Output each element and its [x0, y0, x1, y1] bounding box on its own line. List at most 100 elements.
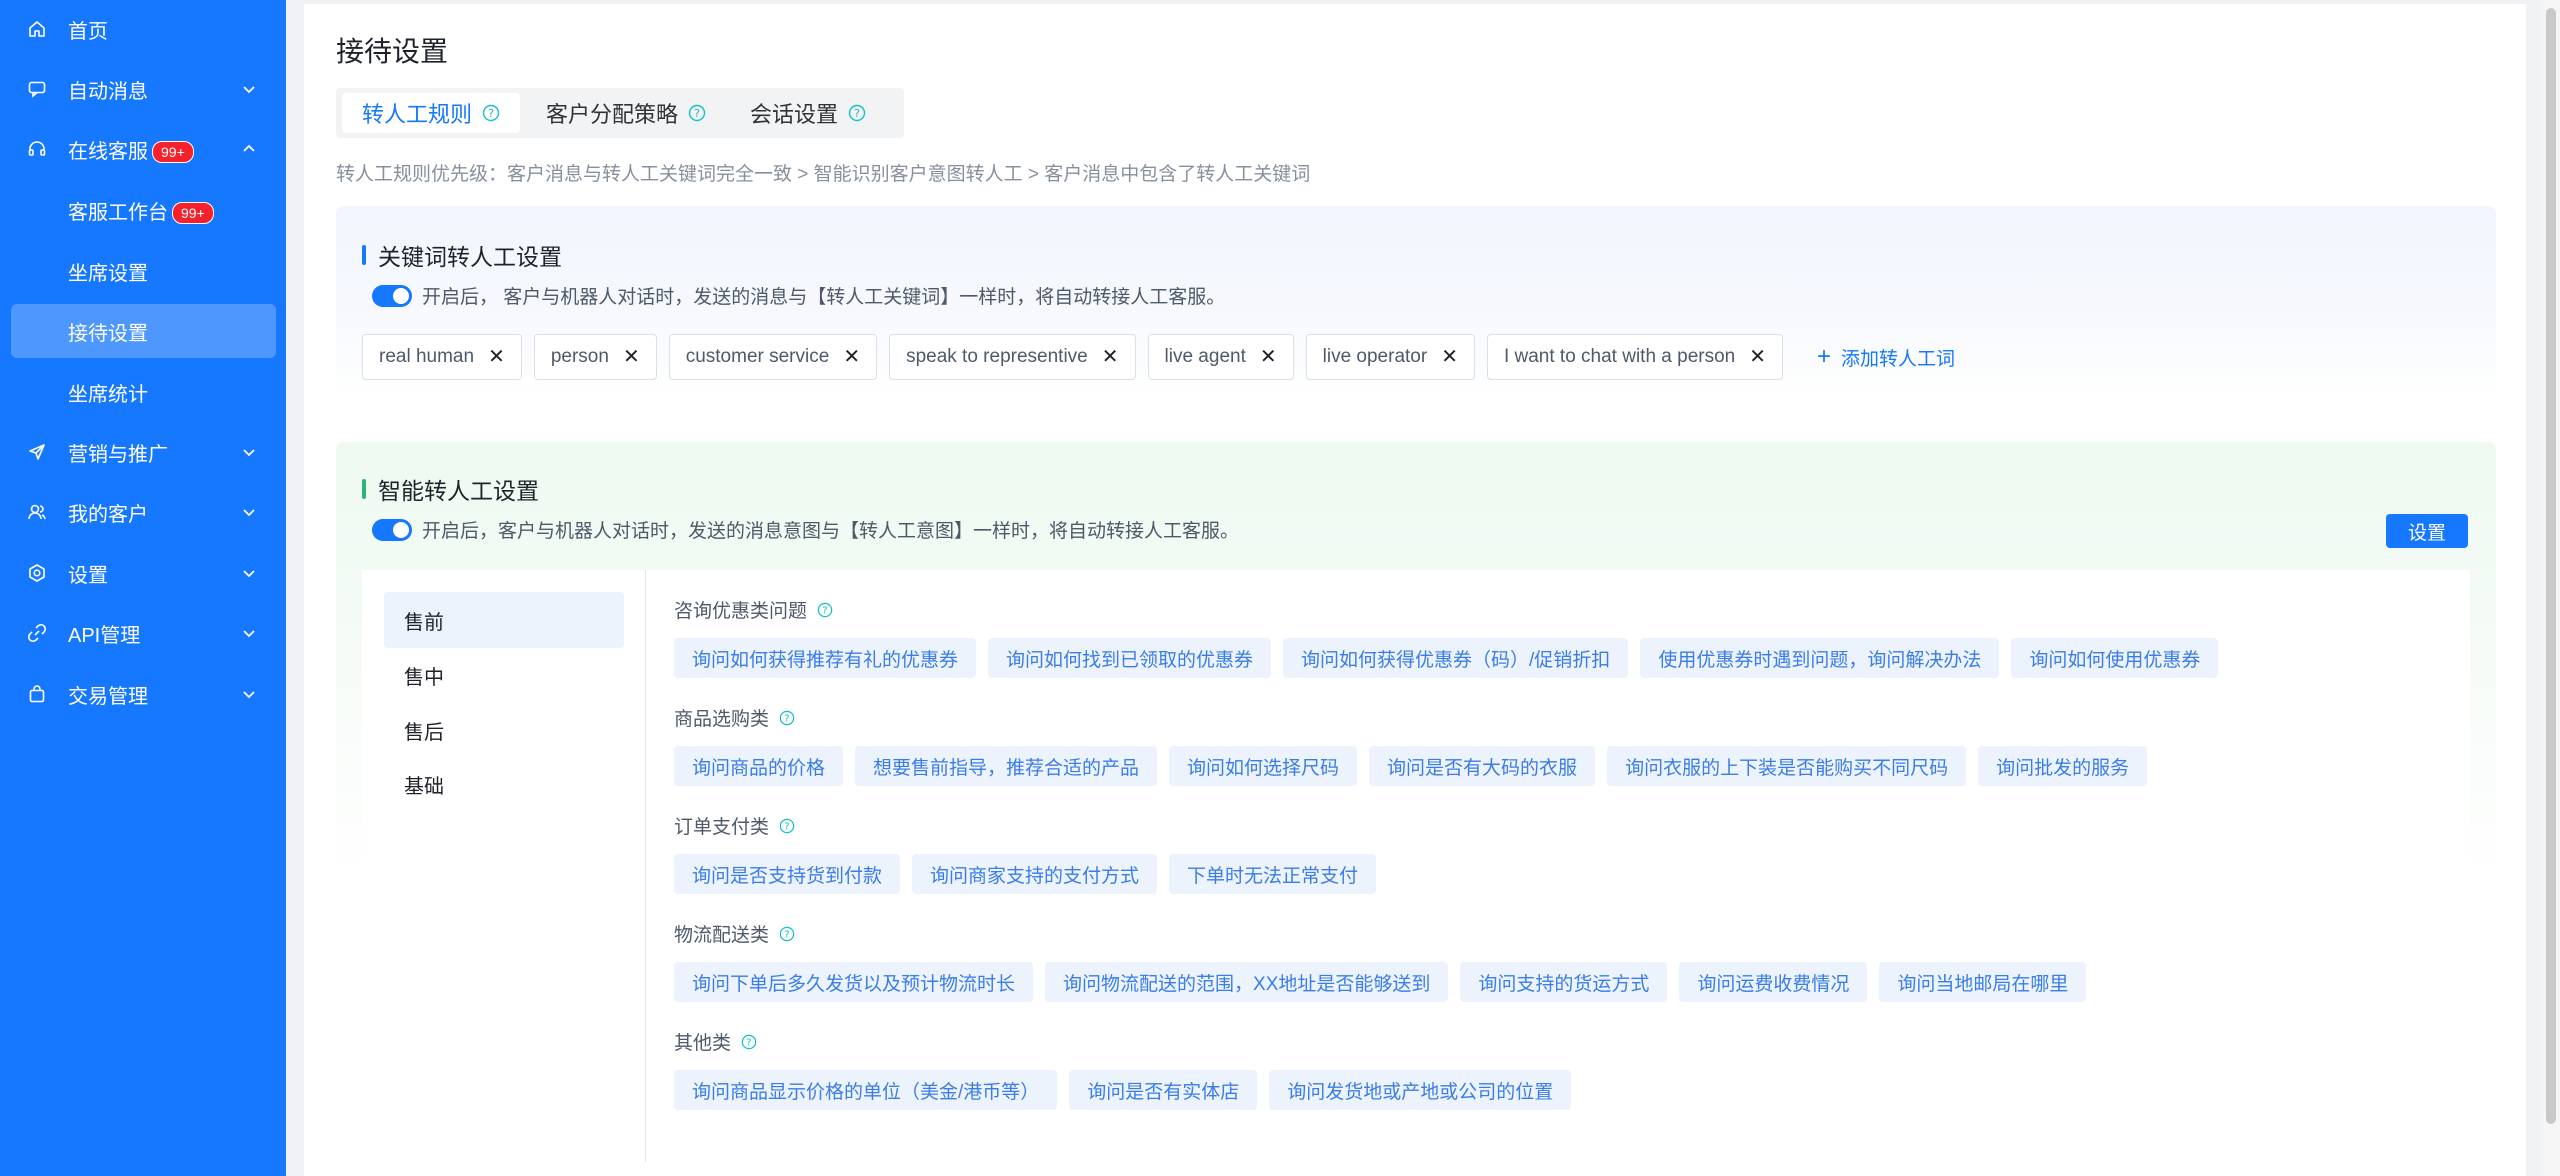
keyword-text: real human [379, 346, 475, 367]
close-icon[interactable]: ✕ [843, 347, 860, 367]
intent-chip[interactable]: 询问商品的价格 [674, 746, 844, 786]
sidebar-item-my-customers[interactable]: 我的客户 [0, 485, 286, 539]
stage-in-sale[interactable]: 售中 [384, 647, 624, 703]
intent-chip[interactable]: 询问是否有实体店 [1069, 1070, 1258, 1110]
scrollbar-thumb[interactable] [2546, 8, 2556, 1124]
help-icon[interactable]: ? [482, 104, 500, 122]
keyword-text: live agent [1164, 346, 1246, 367]
settings-icon [26, 562, 48, 584]
category-title: 物流配送类 ? [674, 920, 795, 947]
sidebar-item-label: 客服工作台 [68, 201, 168, 224]
intent-chip[interactable]: 询问下单后多久发货以及预计物流时长 [674, 962, 1034, 1002]
close-icon[interactable]: ✕ [623, 347, 640, 367]
bag-icon [26, 683, 48, 705]
close-icon[interactable]: ✕ [1749, 347, 1766, 367]
close-icon[interactable]: ✕ [1102, 347, 1119, 367]
sidebar-item-reception-settings[interactable]: 接待设置 [11, 304, 276, 358]
intent-chip[interactable]: 下单时无法正常支付 [1169, 854, 1377, 894]
intent-chip[interactable]: 询问是否有大码的衣服 [1369, 746, 1596, 786]
intent-chip[interactable]: 想要售前指导，推荐合适的产品 [855, 746, 1158, 786]
tab-label: 客户分配策略 [546, 102, 679, 127]
sidebar-item-label: 首页 [68, 20, 108, 43]
sidebar-item-home[interactable]: 首页 [0, 2, 286, 56]
sidebar-item-api[interactable]: API管理 [0, 606, 286, 660]
intent-chip[interactable]: 询问如何使用优惠券 [2011, 638, 2219, 678]
close-icon[interactable]: ✕ [1260, 347, 1277, 367]
sidebar-item-seat-stats[interactable]: 坐席统计 [0, 365, 286, 419]
keyword-tag: I want to chat with a person ✕ [1486, 334, 1784, 380]
stage-aftersale[interactable]: 售后 [384, 702, 624, 758]
send-icon [26, 441, 48, 463]
intent-transfer-toggle[interactable] [372, 518, 412, 541]
tab-label: 转人工规则 [362, 102, 473, 127]
category-name: 商品选购类 [674, 709, 770, 730]
sidebar-item-label: 自动消息 [68, 80, 148, 103]
help-icon[interactable]: ? [779, 926, 795, 942]
intent-chip[interactable]: 询问发货地或产地或公司的位置 [1269, 1070, 1572, 1110]
sidebar-item-label: API管理 [68, 624, 141, 647]
sidebar-item-label: 坐席设置 [68, 262, 148, 285]
help-icon[interactable]: ? [741, 1034, 757, 1050]
intent-transfer-card: 智能转人工设置 开启后，客户与机器人对话时，发送的消息意图与【转人工意图】一样时… [336, 442, 2496, 1176]
sidebar-item-transactions[interactable]: 交易管理 [0, 667, 286, 721]
intent-chip[interactable]: 询问是否支持货到付款 [674, 854, 901, 894]
tab-assignment-strategy[interactable]: 客户分配策略 ? [526, 93, 726, 133]
sidebar-item-auto-message[interactable]: 自动消息 [0, 62, 286, 116]
intent-chip[interactable]: 询问当地邮局在哪里 [1879, 962, 2087, 1002]
intent-chip[interactable]: 询问如何找到已领取的优惠券 [988, 638, 1272, 678]
section-title-text: 智能转人工设置 [378, 478, 539, 504]
intent-chip[interactable]: 使用优惠券时遇到问题，询问解决办法 [1640, 638, 2000, 678]
intent-chip[interactable]: 询问商家支持的支付方式 [912, 854, 1158, 894]
intent-chip[interactable]: 询问衣服的上下装是否能购买不同尺码 [1607, 746, 1967, 786]
sidebar-item-seat-settings[interactable]: 坐席设置 [0, 244, 286, 298]
tab-bar: 转人工规则 ? 客户分配策略 ? 会话设置 ? [336, 88, 904, 138]
sidebar-item-workbench[interactable]: 客服工作台 99+ [0, 183, 286, 237]
help-icon[interactable]: ? [848, 104, 866, 122]
sidebar: 首页 自动消息 在线客服 99+ 客服工作台 99+ 坐席设置 接待设置 坐席统计 … [0, 0, 286, 1176]
help-icon[interactable]: ? [817, 602, 833, 618]
intent-list: 询问如何获得推荐有礼的优惠券 询问如何找到已领取的优惠券 询问如何获得优惠券（码… [674, 638, 2219, 678]
intent-panel: 售前 售中 售后 基础 咨询优惠类问题 ? 询问如何获得推荐有礼的优惠券 询问如… [362, 570, 2470, 1162]
category-title: 咨询优惠类问题 ? [674, 596, 833, 623]
intent-chip[interactable]: 询问如何选择尺码 [1169, 746, 1358, 786]
stage-presale[interactable]: 售前 [384, 592, 624, 648]
close-icon[interactable]: ✕ [488, 347, 505, 367]
intent-chip[interactable]: 询问批发的服务 [1978, 746, 2148, 786]
intent-switch-row: 开启后，客户与机器人对话时，发送的消息意图与【转人工意图】一样时，将自动转接人工… [372, 516, 1239, 543]
switch-description: 开启后， 客户与机器人对话时，发送的消息与【转人工关键词】一样时，将自动转接人工… [422, 287, 1226, 308]
intent-chip[interactable]: 询问如何获得优惠券（码）/促销折扣 [1283, 638, 1629, 678]
svg-text:?: ? [784, 929, 789, 940]
sidebar-item-marketing[interactable]: 营销与推广 [0, 425, 286, 479]
close-icon[interactable]: ✕ [1441, 347, 1458, 367]
switch-description: 开启后，客户与机器人对话时，发送的消息意图与【转人工意图】一样时，将自动转接人工… [422, 521, 1240, 542]
intent-chip[interactable]: 询问物流配送的范围，XX地址是否能够送到 [1045, 962, 1449, 1002]
section-title: 关键词转人工设置 [362, 238, 562, 272]
help-icon[interactable]: ? [779, 710, 795, 726]
keyword-transfer-toggle[interactable] [372, 284, 412, 307]
intent-chip[interactable]: 询问商品显示价格的单位（美金/港币等） [674, 1070, 1058, 1110]
intent-chip[interactable]: 询问支持的货运方式 [1460, 962, 1668, 1002]
keyword-text: I want to chat with a person [1503, 346, 1736, 367]
stage-list: 售前 售中 售后 基础 [362, 570, 646, 1162]
section-marker [362, 245, 366, 265]
help-icon[interactable]: ? [779, 818, 795, 834]
chevron-up-icon [242, 142, 256, 156]
sidebar-item-online-service[interactable]: 在线客服 99+ [0, 122, 286, 176]
sidebar-item-label: 设置 [68, 564, 108, 587]
stage-basic[interactable]: 基础 [384, 756, 624, 812]
tab-transfer-rules[interactable]: 转人工规则 ? [342, 93, 520, 133]
keyword-tag: speak to representive ✕ [889, 334, 1136, 380]
settings-button[interactable]: 设置 [2386, 514, 2468, 548]
help-icon[interactable]: ? [688, 104, 706, 122]
add-keyword-button[interactable]: + 添加转人工词 [1817, 344, 1955, 371]
category-name: 咨询优惠类问题 [674, 601, 808, 622]
intent-chip[interactable]: 询问运费收费情况 [1679, 962, 1868, 1002]
add-keyword-label: 添加转人工词 [1841, 348, 1956, 370]
svg-text:?: ? [784, 821, 789, 832]
tab-session-settings[interactable]: 会话设置 ? [730, 93, 900, 133]
keyword-text: person [550, 346, 609, 367]
intent-chip[interactable]: 询问如何获得推荐有礼的优惠券 [674, 638, 977, 678]
svg-text:?: ? [854, 107, 860, 120]
sidebar-item-settings[interactable]: 设置 [0, 546, 286, 600]
category-title: 商品选购类 ? [674, 704, 795, 731]
